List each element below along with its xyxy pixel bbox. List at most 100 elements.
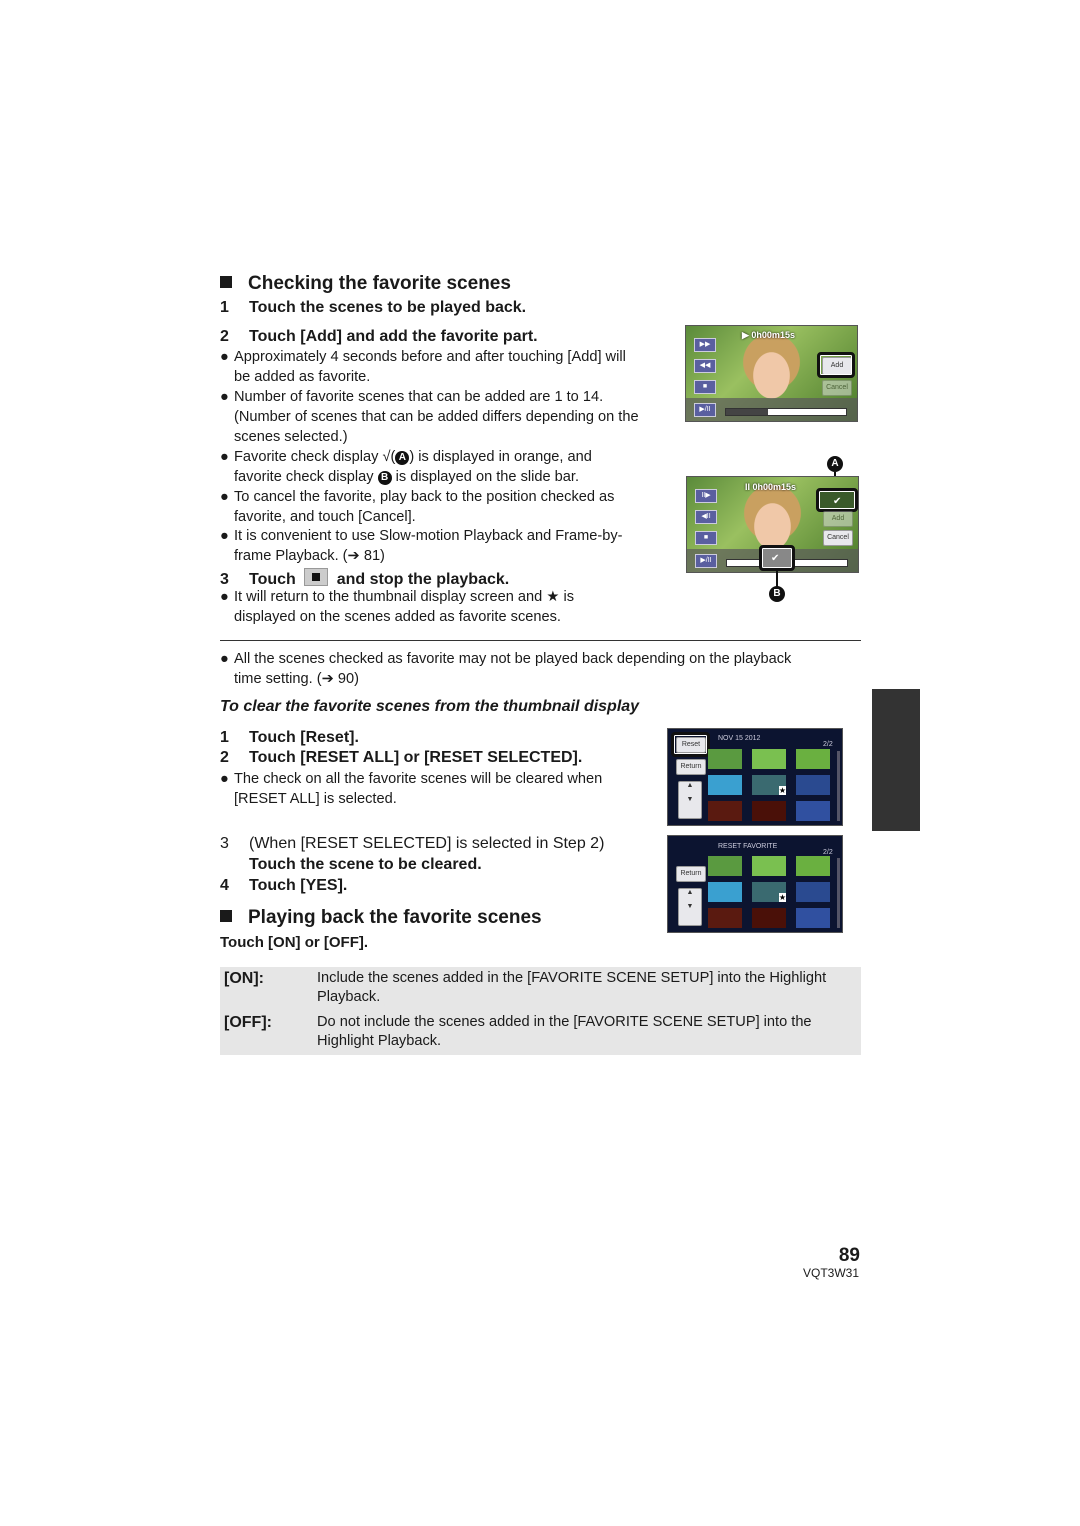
thumbnail — [796, 882, 830, 902]
thumbnail — [796, 856, 830, 876]
line: frame Playback. (➔ 81) — [234, 548, 385, 564]
step-text-bold: Touch the scene to be cleared. — [249, 856, 482, 873]
thumbnail — [796, 801, 830, 821]
line: favorite, and touch [Cancel]. — [234, 509, 416, 525]
heading-text: Checking the favorite scenes — [248, 273, 511, 294]
play-pause-icon: ▶/II — [694, 403, 716, 417]
cancel-button: Cancel — [822, 380, 852, 396]
thumbnail: ★ — [752, 882, 786, 902]
stop-icon: ■ — [695, 531, 717, 545]
subheading: To clear the favorite scenes from the th… — [220, 698, 640, 715]
cancel-button: Cancel — [823, 530, 853, 546]
add-button: Add — [823, 511, 853, 527]
page-indicator: 2/2 — [823, 741, 833, 748]
bullet-dot: ● — [220, 489, 229, 505]
heading-text: Playing back the favorite scenes — [248, 907, 542, 928]
bullet-check-display: ● Favorite check display √(A) is display… — [220, 447, 592, 487]
line: To cancel the favorite, play back to the… — [234, 489, 615, 505]
thumbnail: ★ — [752, 775, 786, 795]
return-button: Return — [676, 866, 706, 882]
page-number: 89 — [838, 1245, 860, 1266]
thumbnail — [752, 856, 786, 876]
bullet: ● To cancel the favorite, play back to th… — [220, 487, 615, 527]
divider — [220, 640, 861, 641]
title: RESET FAVORITE — [718, 843, 778, 850]
callout-b-icon: B — [377, 471, 392, 485]
bullet: ● Approximately 4 seconds before and afte… — [220, 347, 626, 387]
text: Favorite check display — [234, 449, 379, 465]
instruction: Touch [ON] or [OFF]. — [220, 934, 369, 951]
slow-rewind-icon: ◀II — [695, 510, 717, 524]
step-text: Touch [Reset]. — [249, 729, 359, 746]
step-num: 3 — [220, 835, 229, 852]
line: All the scenes checked as favorite may n… — [234, 651, 792, 667]
step-text: (When [RESET SELECTED] is selected in St… — [249, 835, 605, 852]
thumbnail — [708, 749, 742, 769]
section-heading: Playing back the favorite scenes — [220, 907, 542, 929]
square-bullet-icon — [220, 276, 232, 288]
date: NOV 15 2012 — [718, 735, 761, 742]
thumbnail — [708, 882, 742, 902]
bullet: ● It is convenient to use Slow-motion Pla… — [220, 526, 623, 566]
line: Playback. — [317, 989, 381, 1005]
step-num: 2 — [220, 749, 229, 766]
thumbnail — [708, 856, 742, 876]
star-icon: ★ — [778, 786, 786, 795]
step-text: Touch [YES]. — [249, 877, 348, 894]
bullet-dot: ● — [220, 528, 229, 544]
line: be added as favorite. — [234, 369, 371, 385]
option-row: [OFF]: Do not include the scenes added in… — [220, 1011, 861, 1055]
leader-line — [776, 571, 778, 587]
line: displayed on the scenes added as favorit… — [234, 609, 561, 625]
line: Include the scenes added in the [FAVORIT… — [317, 970, 827, 986]
bullet-dot: ● — [220, 349, 229, 365]
thumbnail — [796, 749, 830, 769]
slide-bar-check: ✔ — [759, 545, 795, 571]
scrollbar — [837, 751, 840, 821]
playback-screen-2: II 0h00m15s II▶ ◀II ■ ▶/II ✔ Add Cancel … — [686, 476, 859, 573]
model-code: VQT3W31 — [802, 1266, 859, 1280]
thumbnail-screen-1: Reset Return ▲ ▼ NOV 15 2012 2/2 ★ — [667, 728, 843, 826]
step-num: 4 — [220, 877, 229, 894]
check-icon: ✔ — [833, 496, 842, 507]
side-tab — [872, 689, 920, 831]
step-3: 3 Touch and stop the playback. — [220, 568, 509, 589]
text: is — [563, 589, 575, 605]
timer: ▶ 0h00m15s — [742, 330, 795, 340]
option-key: [ON]: — [224, 970, 264, 987]
line: Number of favorite scenes that can be ad… — [234, 389, 604, 405]
step-text: Touch — [249, 571, 296, 588]
clear-step-4: 4 Touch [YES]. — [220, 877, 347, 895]
playback-screen-1: ▶ 0h00m15s ▶▶ ◀◀ ■ ▶/II Add Cancel — [685, 325, 858, 422]
step-num: 2 — [220, 328, 229, 345]
star-icon: ★ — [778, 893, 786, 902]
option-row: [ON]: Include the scenes added in the [FA… — [220, 967, 861, 1011]
line: time setting. (➔ 90) — [234, 671, 359, 687]
play-pause-icon: ▶/II — [695, 554, 717, 568]
thumbnail — [752, 801, 786, 821]
rewind-icon: ◀◀ — [694, 359, 716, 373]
highlight — [671, 732, 710, 757]
square-bullet-icon — [220, 910, 232, 922]
thumbnail — [752, 749, 786, 769]
line: (Number of scenes that can be added diff… — [234, 409, 639, 425]
options-table: [ON]: Include the scenes added in the [FA… — [220, 967, 861, 1055]
scroll-arrows: ▲ ▼ — [678, 888, 702, 926]
note-bullet: ● All the scenes checked as favorite may … — [220, 649, 792, 689]
highlight — [817, 352, 855, 378]
line: Highlight Playback. — [317, 1033, 442, 1049]
text: ) is displayed in orange, and — [409, 449, 592, 465]
thumbnail — [796, 775, 830, 795]
scrollbar — [837, 858, 840, 928]
clear-step-3: 3 (When [RESET SELECTED] is selected in S… — [220, 835, 604, 853]
line: The check on all the favorite scenes wil… — [234, 771, 603, 787]
option-key: [OFF]: — [224, 1014, 272, 1031]
favorite-check-display: ✔ — [816, 488, 858, 512]
bullet: ● It will return to the thumbnail display… — [220, 587, 575, 627]
stop-icon: ■ — [694, 380, 716, 394]
section-heading: Checking the favorite scenes — [220, 273, 511, 295]
time: 0h00m15s — [751, 330, 795, 340]
option-desc: Do not include the scenes added in the [… — [313, 1011, 861, 1055]
bullet: ● Number of favorite scenes that can be a… — [220, 387, 639, 447]
text: favorite check display — [234, 469, 374, 485]
